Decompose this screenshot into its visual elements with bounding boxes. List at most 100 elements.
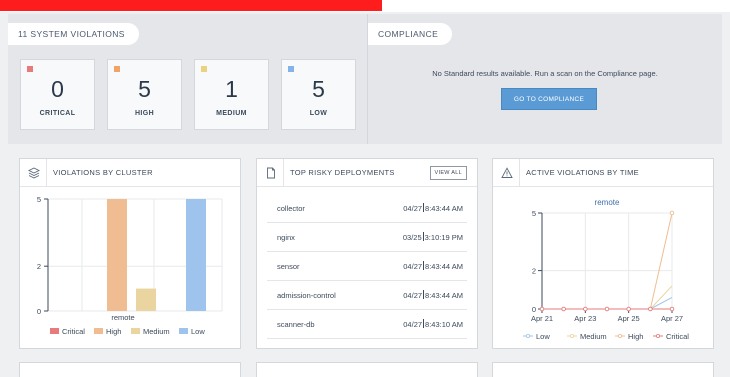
header-divider [283, 159, 284, 187]
critical-point [626, 306, 631, 312]
legend-swatch [179, 328, 188, 334]
bar-low [186, 199, 206, 311]
card-header: TOP RISKY DEPLOYMENTS VIEW ALL [257, 159, 477, 187]
deployment-date: 04/27 [403, 291, 423, 300]
legend-label: High [106, 327, 121, 336]
deployment-timestamp: 04/27 8:43:44 AM [403, 252, 463, 281]
deployment-time: 8:43:10 AM [425, 320, 463, 329]
legend-marker [618, 333, 623, 338]
compliance-title: COMPLIANCE [368, 23, 453, 45]
tile-label: MEDIUM [216, 110, 247, 117]
bottom-card-left [19, 362, 241, 377]
deployment-row[interactable]: scanner-db 04/27 8:43:10 AM [267, 310, 467, 339]
header-divider [46, 159, 47, 187]
top-risky-deployments-card: TOP RISKY DEPLOYMENTS VIEW ALL collector… [256, 158, 478, 349]
chart-title: remote [595, 198, 620, 207]
deployment-time: 8:43:44 AM [425, 262, 463, 271]
tile-medium[interactable]: 1 MEDIUM [194, 59, 269, 130]
tile-label: LOW [309, 110, 328, 117]
deployment-date: 03/25 [402, 233, 422, 242]
low-swatch [288, 66, 294, 72]
critical-swatch [27, 66, 33, 72]
x-tick-label: Apr 27 [661, 314, 683, 323]
deployment-row[interactable]: collector 04/27 8:43:44 AM [267, 194, 467, 223]
deployment-date: 04/27 [403, 204, 423, 213]
deployment-row[interactable]: sensor 04/27 8:43:44 AM [267, 252, 467, 281]
deployment-timestamp: 04/27 8:43:10 AM [403, 310, 463, 339]
legend-label: Medium [143, 327, 170, 336]
timestamp-separator [423, 319, 425, 328]
y-tick-label: 2 [37, 262, 41, 271]
view-all-button[interactable]: VIEW ALL [429, 166, 467, 180]
tile-low[interactable]: 5 LOW [281, 59, 356, 130]
timestamp-separator [423, 290, 425, 299]
y-tick-label: 2 [532, 267, 536, 276]
legend-marker [655, 333, 660, 338]
violations-line-chart: remote Apr 21 Apr 23 Apr 25 Apr 27 0 2 5 Low Medi… [523, 198, 689, 341]
tile-critical[interactable]: 0 CRITICAL [20, 59, 95, 130]
series-line-high [542, 212, 673, 310]
compliance-panel: COMPLIANCE No Standard results available… [367, 14, 722, 144]
bar-medium [136, 288, 156, 311]
bottom-card-middle [256, 362, 478, 377]
x-category-label: remote [111, 313, 134, 322]
deployment-row[interactable]: admission-control 04/27 8:43:44 AM [267, 281, 467, 310]
y-tick-label: 5 [532, 209, 536, 218]
layers-icon [28, 167, 40, 179]
timestamp-separator [423, 203, 425, 212]
tile-value: 5 [312, 76, 325, 102]
card-title: VIOLATIONS BY CLUSTER [53, 168, 153, 177]
legend-label: Low [191, 327, 205, 336]
card-header: VIOLATIONS BY CLUSTER [20, 159, 240, 187]
timestamp-separator [423, 261, 425, 270]
critical-point [648, 306, 653, 312]
deployment-name: admission-control [277, 291, 336, 300]
timestamp-separator [422, 232, 424, 241]
go-to-compliance-button[interactable]: GO TO COMPLIANCE [501, 88, 597, 110]
compliance-message: No Standard results available. Run a sca… [432, 69, 658, 78]
tile-value: 1 [225, 76, 238, 102]
critical-point [583, 306, 588, 312]
legend-label: Medium [580, 332, 607, 341]
legend-swatch [131, 328, 140, 334]
y-tick-label: 0 [532, 305, 536, 314]
critical-point [539, 306, 545, 312]
card-header: ACTIVE VIOLATIONS BY TIME [493, 159, 713, 187]
deployment-name: sensor [277, 262, 300, 271]
violations-bar-chart: 0 2 5 remote Critical High Medium Low [37, 195, 223, 336]
high-point [669, 210, 675, 216]
legend-label: Critical [62, 327, 85, 336]
legend-marker [570, 333, 575, 338]
deployment-date: 04/27 [403, 262, 423, 271]
deployment-date: 04/27 [403, 320, 423, 329]
legend-label: Critical [666, 332, 689, 341]
critical-point [561, 306, 566, 312]
x-tick-label: Apr 25 [618, 314, 640, 323]
y-tick-label: 5 [37, 195, 41, 204]
violations-by-cluster-card: VIOLATIONS BY CLUSTER 0 2 5 remote Critical H… [19, 158, 241, 349]
legend-marker [526, 333, 531, 338]
tile-value: 5 [138, 76, 151, 102]
banner-bar [0, 0, 382, 11]
system-violations-title: 11 SYSTEM VIOLATIONS [8, 23, 139, 45]
warning-icon [501, 167, 513, 178]
bar-high [107, 199, 127, 311]
high-swatch [114, 66, 120, 72]
legend-label: Low [536, 332, 550, 341]
system-violations-panel: 11 SYSTEM VIOLATIONS 0 CRITICAL 5 HIGH 1… [8, 14, 367, 144]
legend-swatch [50, 328, 59, 334]
tile-value: 0 [51, 76, 64, 102]
deployment-time: 3:10:19 PM [424, 233, 463, 242]
card-title: TOP RISKY DEPLOYMENTS [290, 168, 395, 177]
card-title: ACTIVE VIOLATIONS BY TIME [526, 168, 639, 177]
critical-point [604, 306, 610, 312]
legend-label: High [628, 332, 643, 341]
header-divider [519, 159, 520, 187]
deployment-timestamp: 04/27 8:43:44 AM [403, 281, 463, 310]
deployment-timestamp: 03/25 3:10:19 PM [403, 223, 463, 252]
deployment-row[interactable]: nginx 03/25 3:10:19 PM [267, 223, 467, 252]
deployment-name: nginx [277, 233, 295, 242]
medium-swatch [201, 66, 207, 72]
tile-high[interactable]: 5 HIGH [107, 59, 182, 130]
document-icon [267, 167, 275, 179]
